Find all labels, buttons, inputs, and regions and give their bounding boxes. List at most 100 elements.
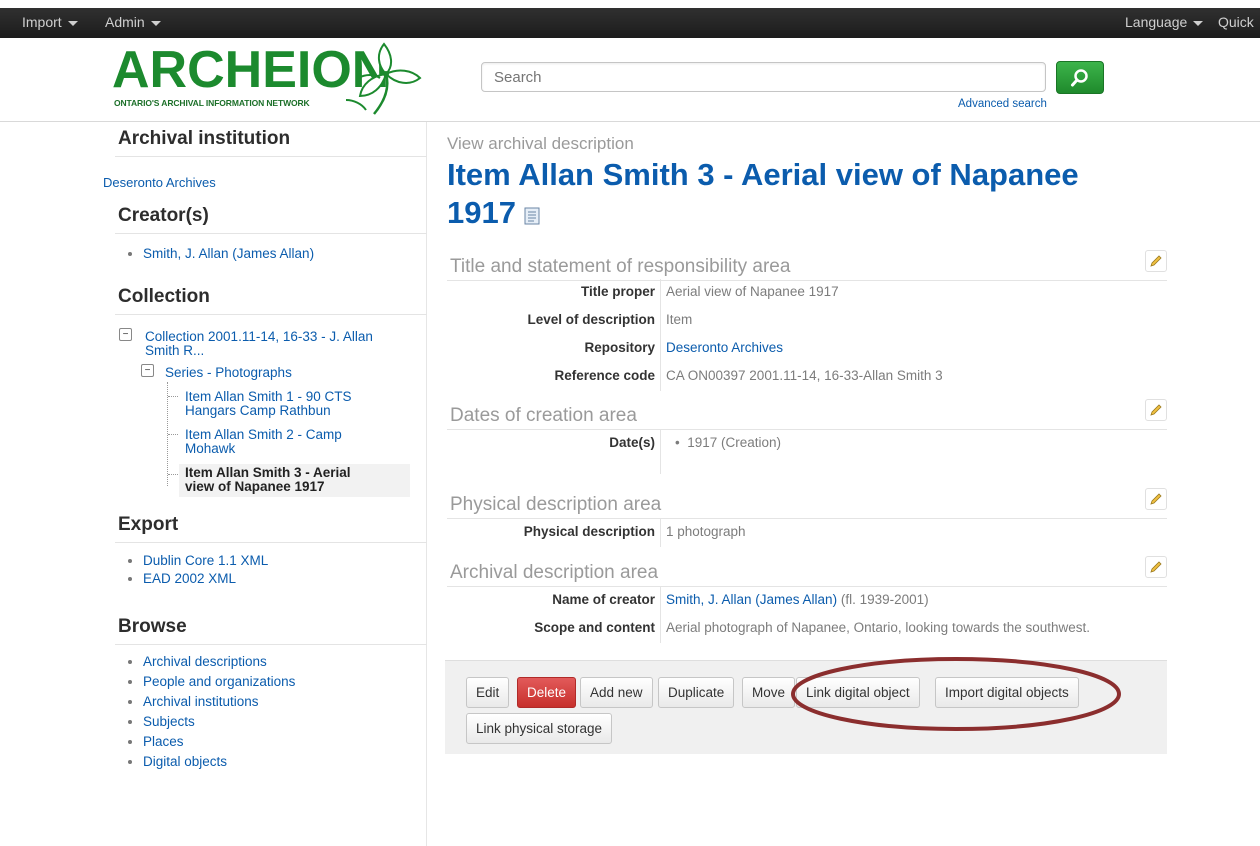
quick-links-menu[interactable]: Quick bbox=[1218, 14, 1254, 30]
export-list: Dublin Core 1.1 XML EAD 2002 XML bbox=[125, 552, 268, 588]
creator-dates: (fl. 1939-2001) bbox=[840, 592, 929, 607]
browse-subjects-link[interactable]: Subjects bbox=[143, 714, 195, 729]
archeion-logo[interactable]: ARCHEION ONTARIO'S ARCHIVAL INFORMATION … bbox=[112, 38, 424, 118]
field-value: Aerial view of Napanee 1917 bbox=[660, 279, 839, 307]
field-value: 1 photograph bbox=[660, 519, 746, 547]
duplicate-button[interactable]: Duplicate bbox=[658, 677, 735, 708]
list-item: Archival institutions bbox=[143, 692, 295, 712]
link-physical-storage-button[interactable]: Link physical storage bbox=[466, 713, 613, 744]
section-heading-text: Physical description area bbox=[450, 494, 662, 515]
field-label: Date(s) bbox=[609, 435, 655, 450]
tree-node-text: Mohawk bbox=[185, 441, 236, 456]
collection-tree: − Collection 2001.11-14, 16-33 - J. Alla… bbox=[115, 324, 427, 504]
document-icon bbox=[524, 196, 540, 234]
quick-links-label: Quick bbox=[1218, 14, 1254, 30]
tree-node-collection[interactable]: Collection 2001.11-14, 16-33 - J. Allan S… bbox=[145, 330, 373, 358]
trillium-icon bbox=[345, 42, 422, 115]
title-statement-section: Title and statement of responsibility ar… bbox=[447, 250, 1167, 391]
creator-link[interactable]: Smith, J. Allan (James Allan) bbox=[666, 592, 837, 607]
collapse-icon[interactable]: − bbox=[141, 364, 154, 377]
field-value: CA ON00397 2001.11-14, 16-33-Allan Smith… bbox=[660, 363, 943, 391]
add-new-button[interactable]: Add new bbox=[580, 677, 653, 708]
top-navbar: Import Admin Language Quick bbox=[0, 8, 1260, 38]
language-menu-label: Language bbox=[1125, 14, 1188, 30]
advanced-search-link[interactable]: Advanced search bbox=[958, 98, 1047, 110]
date-value: 1917 (Creation) bbox=[687, 435, 782, 450]
edit-pencil-icon[interactable] bbox=[1145, 556, 1167, 578]
logo-tagline: ONTARIO'S ARCHIVAL INFORMATION NETWORK bbox=[114, 98, 310, 108]
browse-people-organizations-link[interactable]: People and organizations bbox=[143, 674, 295, 689]
tree-node-text: view of Napanee 1917 bbox=[185, 479, 325, 494]
field-value: Smith, J. Allan (James Allan) (fl. 1939-… bbox=[660, 587, 929, 615]
browse-places-link[interactable]: Places bbox=[143, 734, 184, 749]
list-item: Digital objects bbox=[143, 752, 295, 772]
section-heading: Title and statement of responsibility ar… bbox=[447, 250, 1167, 281]
list-item: People and organizations bbox=[143, 672, 295, 692]
institution-link[interactable]: Deseronto Archives bbox=[103, 175, 216, 190]
admin-menu-label: Admin bbox=[105, 14, 145, 30]
creator-link[interactable]: Smith, J. Allan (James Allan) bbox=[143, 246, 314, 261]
list-item: Places bbox=[143, 732, 295, 752]
field-value: Aerial photograph of Napanee, Ontario, l… bbox=[660, 615, 1090, 643]
field-scope-and-content: Scope and content Aerial photograph of N… bbox=[447, 615, 1167, 643]
section-heading: Dates of creation area bbox=[447, 399, 1167, 430]
field-dates: Date(s) • 1917 (Creation) bbox=[447, 430, 1167, 474]
list-item: EAD 2002 XML bbox=[143, 570, 268, 588]
tree-node-text: Smith R... bbox=[145, 343, 205, 358]
browse-archival-descriptions-link[interactable]: Archival descriptions bbox=[143, 654, 267, 669]
section-heading-text: Dates of creation area bbox=[450, 405, 637, 426]
search-button[interactable] bbox=[1056, 61, 1104, 94]
browse-digital-objects-link[interactable]: Digital objects bbox=[143, 754, 227, 769]
list-item: Dublin Core 1.1 XML bbox=[143, 552, 268, 570]
page-title-line2: 1917 bbox=[447, 195, 516, 230]
edit-pencil-icon[interactable] bbox=[1145, 250, 1167, 272]
chevron-down-icon bbox=[1193, 20, 1204, 26]
site-header: ARCHEION ONTARIO'S ARCHIVAL INFORMATION … bbox=[0, 38, 1260, 122]
dates-section: Dates of creation area Date(s) • 1917 (C… bbox=[447, 399, 1167, 474]
delete-button[interactable]: Delete bbox=[517, 677, 577, 708]
field-label: Physical description bbox=[523, 524, 655, 539]
tree-node-item-1[interactable]: Item Allan Smith 1 - 90 CTS Hangars Camp … bbox=[185, 390, 352, 418]
list-item: Smith, J. Allan (James Allan) bbox=[143, 244, 314, 264]
page-title: Item Allan Smith 3 - Aerial view of Napa… bbox=[447, 156, 1167, 234]
browse-archival-institutions-link[interactable]: Archival institutions bbox=[143, 694, 259, 709]
creators-list: Smith, J. Allan (James Allan) bbox=[125, 244, 314, 264]
tree-connector bbox=[168, 474, 178, 475]
collapse-icon[interactable]: − bbox=[119, 328, 132, 341]
browse-list: Archival descriptions People and organiz… bbox=[125, 652, 295, 772]
field-name-of-creator: Name of creator Smith, J. Allan (James A… bbox=[447, 587, 1167, 615]
annotation-ellipse bbox=[791, 657, 1121, 731]
admin-menu[interactable]: Admin bbox=[105, 14, 161, 30]
browse-heading: Browse bbox=[115, 616, 427, 645]
move-button[interactable]: Move bbox=[742, 677, 796, 708]
field-label: Title proper bbox=[580, 284, 655, 299]
physical-description-section: Physical description area Physical descr… bbox=[447, 488, 1167, 547]
tree-connector bbox=[168, 396, 178, 397]
import-menu[interactable]: Import bbox=[22, 14, 78, 30]
archival-description-section: Archival description area Name of creato… bbox=[447, 556, 1167, 643]
import-menu-label: Import bbox=[22, 14, 62, 30]
chevron-down-icon bbox=[150, 20, 161, 26]
field-label: Scope and content bbox=[534, 620, 655, 635]
tree-node-text: Collection 2001.11-14, 16-33 - J. Allan bbox=[145, 329, 373, 344]
tree-node-item-2[interactable]: Item Allan Smith 2 - Camp Mohawk bbox=[185, 428, 342, 456]
edit-pencil-icon[interactable] bbox=[1145, 399, 1167, 421]
collection-heading: Collection bbox=[115, 286, 427, 315]
field-physical-description: Physical description 1 photograph bbox=[447, 519, 1167, 547]
export-ead-link[interactable]: EAD 2002 XML bbox=[143, 571, 236, 586]
field-value: • 1917 (Creation) bbox=[660, 430, 781, 474]
search-icon bbox=[1071, 68, 1088, 86]
field-value: Deseronto Archives bbox=[660, 335, 783, 363]
field-reference-code: Reference code CA ON00397 2001.11-14, 16… bbox=[447, 363, 1167, 391]
edit-pencil-icon[interactable] bbox=[1145, 488, 1167, 510]
repository-link[interactable]: Deseronto Archives bbox=[666, 340, 783, 355]
tree-node-series[interactable]: Series - Photographs bbox=[165, 366, 292, 380]
field-label: Level of description bbox=[527, 312, 655, 327]
language-menu[interactable]: Language bbox=[1125, 14, 1204, 30]
edit-button[interactable]: Edit bbox=[466, 677, 510, 708]
chevron-down-icon bbox=[67, 20, 78, 26]
export-dublin-core-link[interactable]: Dublin Core 1.1 XML bbox=[143, 553, 268, 568]
section-heading: Archival description area bbox=[447, 556, 1167, 587]
field-label: Reference code bbox=[554, 368, 655, 383]
search-input[interactable] bbox=[481, 62, 1046, 92]
